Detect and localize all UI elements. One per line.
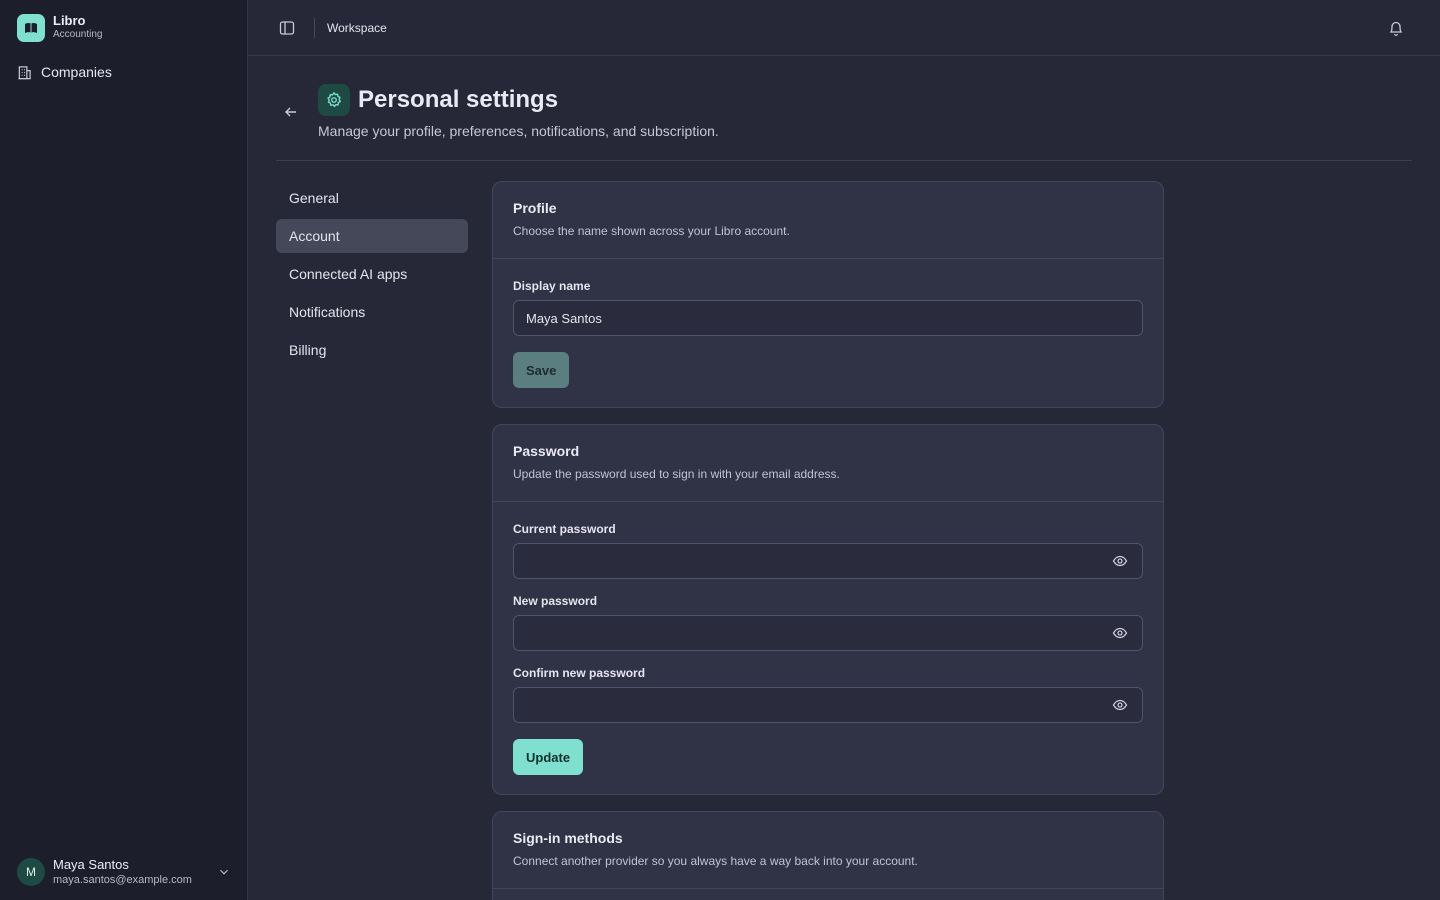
new-password-input[interactable]: [513, 615, 1143, 651]
breadcrumb[interactable]: Workspace: [327, 20, 387, 36]
settings-icon-badge: [318, 84, 350, 116]
topbar: Workspace: [248, 0, 1440, 56]
topbar-divider: [314, 18, 315, 38]
password-description: Update the password used to sign in with…: [513, 467, 840, 481]
settings-nav-connected-ai-apps[interactable]: Connected AI apps: [276, 257, 468, 291]
eye-icon[interactable]: [1112, 625, 1128, 641]
profile-title: Profile: [513, 200, 557, 216]
app-subtitle: Accounting: [53, 29, 103, 40]
display-name-label: Display name: [513, 279, 591, 293]
eye-icon[interactable]: [1112, 697, 1128, 713]
libro-logo-icon: [17, 13, 45, 42]
user-name: Maya Santos: [53, 857, 129, 872]
settings-nav-billing[interactable]: Billing: [276, 333, 468, 367]
page-title: Personal settings: [358, 86, 559, 113]
back-arrow-icon[interactable]: [283, 104, 299, 120]
signin-title: Sign-in methods: [513, 830, 623, 846]
signin-methods-card: Sign-in methods Connect another provider…: [492, 811, 1164, 900]
app-name: Libro: [53, 13, 86, 28]
settings-nav-account[interactable]: Account: [276, 219, 468, 253]
save-button[interactable]: Save: [513, 352, 570, 388]
profile-description: Choose the name shown across your Libro …: [513, 224, 790, 238]
chevron-down-icon: [220, 869, 228, 875]
building-icon: [18, 65, 31, 79]
gear-icon: [327, 91, 342, 108]
display-name-input[interactable]: [513, 300, 1143, 336]
confirm-password-label: Confirm new password: [513, 666, 646, 680]
sidebar: Libro Accounting Companies M Maya Santos…: [0, 0, 248, 900]
settings-nav-general[interactable]: General: [276, 181, 468, 215]
user-email: maya.santos@example.com: [53, 874, 192, 886]
new-password-label: New password: [513, 594, 598, 608]
signin-description: Connect another provider so you always h…: [513, 854, 918, 868]
profile-card: Profile Choose the name shown across you…: [492, 181, 1164, 408]
divider: [276, 160, 1412, 161]
sidebar-item-companies[interactable]: Companies: [17, 64, 112, 80]
eye-icon[interactable]: [1112, 553, 1128, 569]
password-card: Password Update the password used to sig…: [492, 424, 1164, 795]
current-password-input[interactable]: [513, 543, 1143, 579]
user-menu[interactable]: M Maya Santos maya.santos@example.com: [17, 856, 231, 888]
page-subtitle: Manage your profile, preferences, notifi…: [318, 123, 719, 139]
confirm-password-input[interactable]: [513, 687, 1143, 723]
settings-nav: General Account Connected AI apps Notifi…: [276, 181, 468, 371]
settings-nav-notifications[interactable]: Notifications: [276, 295, 468, 329]
update-password-button[interactable]: Update: [513, 739, 584, 775]
sidebar-toggle-icon[interactable]: [279, 20, 295, 36]
bell-icon[interactable]: [1388, 19, 1404, 37]
avatar: M: [17, 858, 45, 886]
sidebar-item-label: Companies: [41, 64, 112, 80]
brand[interactable]: Libro Accounting: [17, 13, 102, 42]
password-title: Password: [513, 443, 580, 459]
current-password-label: Current password: [513, 522, 616, 536]
